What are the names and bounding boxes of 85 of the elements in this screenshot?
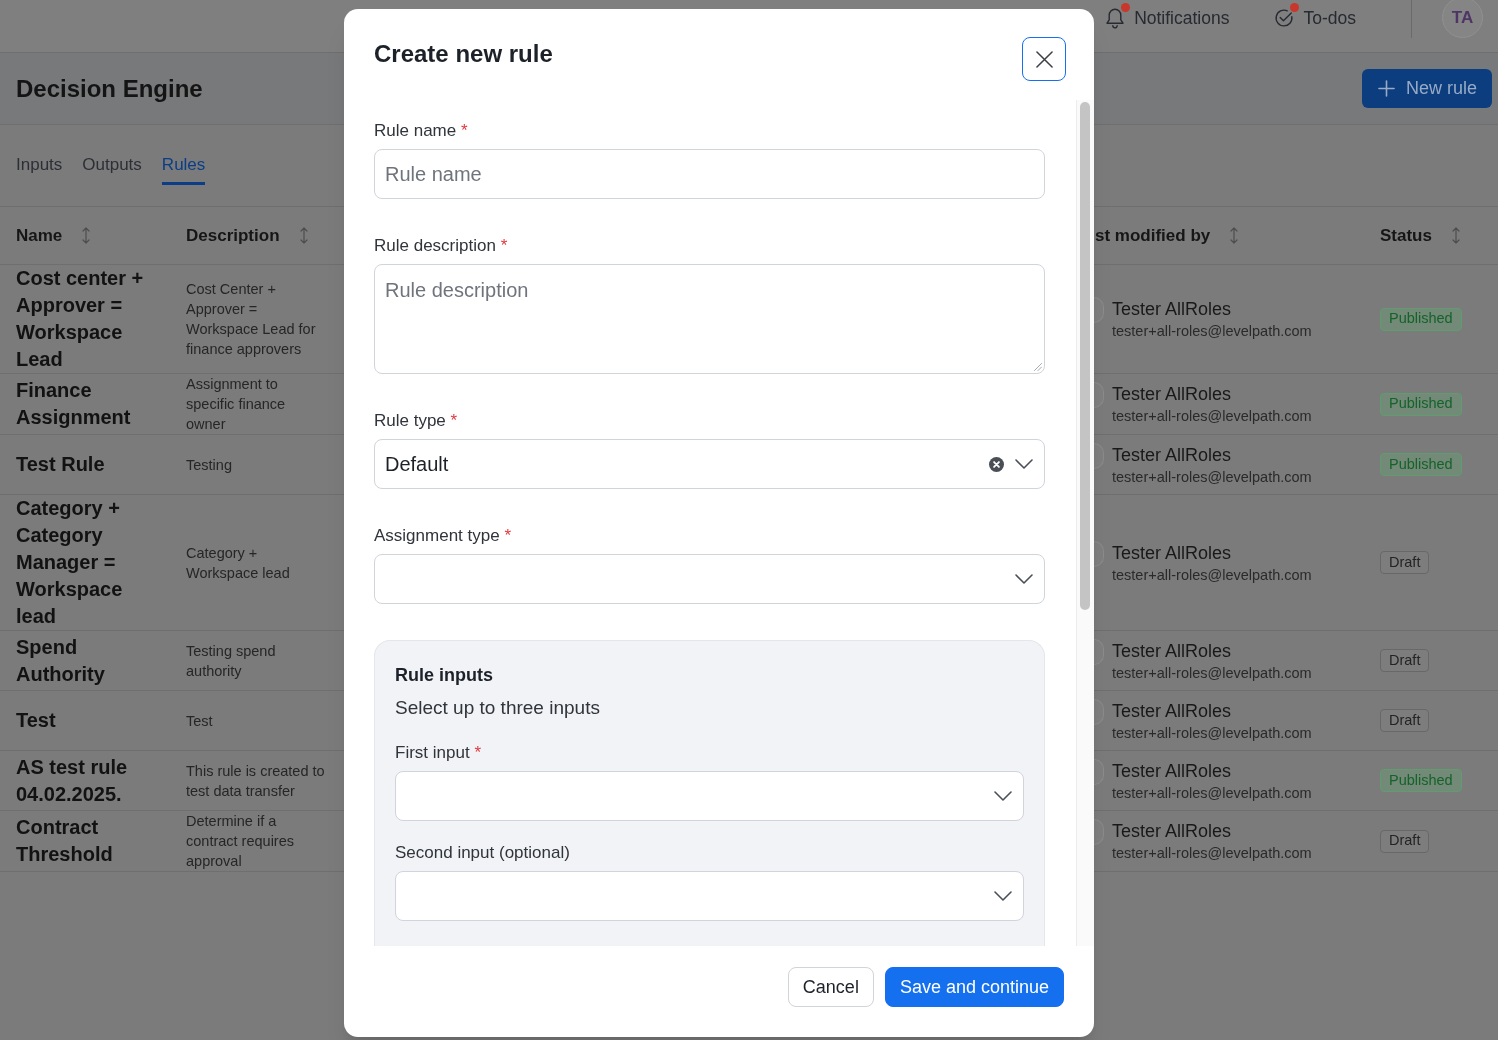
- user-email: tester+all-roles@levelpath.com: [1112, 407, 1312, 426]
- resize-handle-icon[interactable]: [1034, 363, 1042, 371]
- sort-icon[interactable]: [299, 227, 308, 244]
- user-email: tester+all-roles@levelpath.com: [1112, 844, 1312, 863]
- field-label: Rule name *: [374, 120, 469, 142]
- field-label: First input *: [395, 742, 482, 764]
- text-area[interactable]: Rule description: [374, 264, 1045, 374]
- user-email: tester+all-roles@levelpath.com: [1112, 467, 1312, 487]
- tab[interactable]: Outputs: [82, 154, 142, 185]
- status-badge: Published: [1380, 307, 1462, 331]
- tab[interactable]: Inputs: [16, 154, 63, 185]
- status-badge: Published: [1380, 769, 1462, 792]
- rule-name: Spend Authority: [16, 634, 106, 687]
- select-dropdown[interactable]: [374, 554, 1045, 604]
- sort-icon[interactable]: [1451, 227, 1460, 244]
- select-dropdown[interactable]: [395, 871, 1024, 921]
- column-header: Description: [186, 224, 280, 247]
- user-email: tester+all-roles@levelpath.com: [1112, 723, 1312, 743]
- chevron-down-icon: [994, 891, 1012, 901]
- rule-description: This rule is created to test data transfer: [186, 761, 326, 801]
- user-email: tester+all-roles@levelpath.com: [1112, 322, 1312, 341]
- close-icon: [1035, 50, 1053, 68]
- close-button[interactable]: [1022, 37, 1066, 81]
- text-input[interactable]: Rule name: [374, 149, 1045, 199]
- nav-button[interactable]: To-dos: [1274, 7, 1356, 29]
- rule-name: Test: [16, 708, 57, 733]
- column-header: st modified by: [1095, 224, 1211, 247]
- chevron-down-icon: [1015, 459, 1033, 469]
- status-badge: Draft: [1380, 829, 1430, 853]
- sort-icon[interactable]: [82, 227, 91, 244]
- user-name: Tester AllRoles: [1112, 639, 1233, 663]
- status-badge: Draft: [1380, 649, 1430, 672]
- status-badge: Published: [1380, 453, 1462, 476]
- panel-subtitle: Select up to three inputs: [395, 696, 601, 720]
- nav-button[interactable]: Notifications: [1105, 7, 1230, 29]
- user-name: Tester AllRoles: [1112, 443, 1233, 467]
- page-title: Decision Engine: [16, 73, 203, 104]
- user-name: Tester AllRoles: [1112, 820, 1233, 843]
- rule-description: Test: [186, 711, 214, 731]
- user-name: Tester AllRoles: [1112, 699, 1233, 723]
- sort-icon[interactable]: [1230, 227, 1239, 244]
- user-name: Tester AllRoles: [1112, 383, 1233, 406]
- rule-description: Category + Workspace lead: [186, 543, 291, 583]
- check-circle-icon: [1274, 7, 1295, 29]
- field-label: Assignment type *: [374, 525, 513, 547]
- status-badge: Draft: [1380, 551, 1430, 574]
- user-email: tester+all-roles@levelpath.com: [1112, 783, 1312, 803]
- rule-name: Finance Assignment: [16, 378, 132, 430]
- field-label: Rule description *: [374, 235, 509, 257]
- field-label: Rule type *: [374, 410, 459, 432]
- user-name: Tester AllRoles: [1112, 541, 1233, 565]
- bell-icon: [1105, 7, 1126, 29]
- user-email: tester+all-roles@levelpath.com: [1112, 565, 1312, 585]
- save-button[interactable]: Save and continue: [884, 967, 1064, 1007]
- rule-name: AS test rule 04.02.2025.: [16, 754, 129, 807]
- column-header: Name: [16, 224, 63, 247]
- rule-description: Determine if a contract requires approval: [186, 812, 295, 871]
- new-rule-button[interactable]: New rule: [1361, 69, 1492, 108]
- status-badge: Draft: [1380, 709, 1430, 732]
- plus-icon: [1377, 80, 1395, 97]
- user-email: tester+all-roles@levelpath.com: [1112, 663, 1312, 683]
- chevron-down-icon: [994, 791, 1012, 801]
- tab[interactable]: Rules: [161, 154, 206, 185]
- select-dropdown[interactable]: Default: [374, 439, 1045, 489]
- column-header: Status: [1380, 224, 1432, 247]
- rule-description: Testing spend authority: [186, 641, 277, 681]
- status-badge: Published: [1380, 392, 1462, 416]
- panel-title: Rule inputs: [395, 664, 494, 687]
- rule-description: Testing: [186, 455, 233, 475]
- rule-name: Contract Threshold: [16, 815, 114, 867]
- field-label: Second input (optional): [395, 842, 571, 864]
- clear-icon[interactable]: [989, 456, 1004, 472]
- dialog-title: Create new rule: [374, 39, 553, 69]
- rule-name: Cost center + Approver = Workspace Lead: [16, 266, 145, 372]
- user-name: Tester AllRoles: [1112, 759, 1233, 783]
- rule-description: Cost Center + Approver = Workspace Lead for finance approvers: [186, 280, 317, 359]
- chevron-down-icon: [1015, 574, 1033, 584]
- user-name: Tester AllRoles: [1112, 298, 1233, 321]
- rule-name: Category + Category Manager = Workspace lead: [16, 496, 124, 629]
- select-dropdown[interactable]: [395, 771, 1024, 821]
- cancel-button[interactable]: Cancel: [787, 967, 874, 1007]
- scrollbar-thumb[interactable]: [1080, 102, 1090, 610]
- rule-name: Test Rule: [16, 452, 106, 477]
- rule-description: Assignment to specific finance owner: [186, 375, 287, 434]
- user-avatar[interactable]: TA: [1442, 0, 1483, 38]
